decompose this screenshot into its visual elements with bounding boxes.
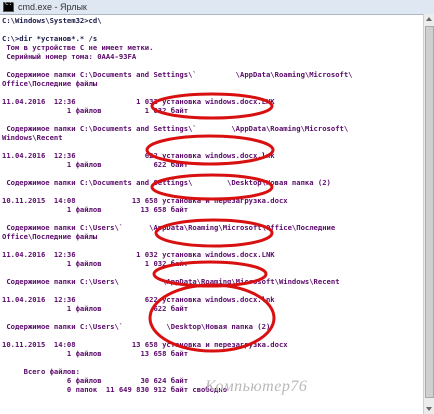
console-output[interactable]: C:\Windows\System32>cd\ C:\>dir *установ*…: [0, 16, 410, 396]
console-line: Том в устройстве C не имеет метки.: [2, 43, 154, 52]
console-line: 6 файлов 30 624 байт: [2, 376, 189, 385]
console-line: Содержимое папки C:\Users\` \Desktop\Нов…: [2, 322, 271, 331]
console-line: Серийный номер тома: 0AA4-93FA: [2, 52, 137, 61]
cmd-icon: C:\: [3, 0, 16, 12]
console-line: 0 папок 11 649 830 912 байт свободно: [2, 385, 228, 394]
console-line: Содержимое папки C:\Users\ \AppData\Roam…: [2, 277, 340, 286]
console-line: 10.11.2015 14:08 13 658 установка и пере…: [2, 340, 288, 349]
console-line: 1 файлов 622 байт: [2, 160, 189, 169]
console-line: 1 файлов 13 658 байт: [2, 205, 189, 214]
scroll-up-arrow-icon[interactable]: [426, 17, 432, 21]
console-line: Windows\Recent: [2, 133, 63, 142]
console-line: 1 файлов 1 032 байт: [2, 259, 189, 268]
console-line: Содержимое папки C:\Documents and Settin…: [2, 124, 349, 133]
console-line: Всего файлов:: [2, 367, 80, 376]
console-line: Содержимое папки C:\Documents and Settin…: [2, 178, 331, 187]
console-line: Содержимое папки C:\Users\` \AppData\Roa…: [2, 223, 336, 232]
vertical-scrollbar[interactable]: [423, 14, 434, 414]
console-line: 11.04.2016 12:36 1 032 установка windows…: [2, 97, 275, 106]
watermark: Компьютер76: [205, 378, 308, 395]
title-bar[interactable]: C:\ cmd.exe - Ярлык: [0, 0, 434, 15]
console-line: 1 файлов 622 байт: [2, 304, 189, 313]
console-line: C:\Windows\System32>cd\: [2, 16, 102, 25]
console-line: 11.04.2016 12:36 622 установка windows.d…: [2, 295, 275, 304]
console-line: 1 файлов 13 658 байт: [2, 349, 189, 358]
console-line: 1 файлов 1 032 байт: [2, 106, 189, 115]
console-line: C:\>dir *установ*.* /s: [2, 34, 98, 43]
scroll-down-arrow-icon[interactable]: [426, 407, 432, 411]
console-line: 10.11.2015 14:08 13 658 установка и пере…: [2, 196, 288, 205]
console-line: 11.04.2016 12:36 622 установка windows.d…: [2, 151, 275, 160]
console-line: Содержимое папки C:\Documents and Settin…: [2, 70, 353, 79]
window-title: cmd.exe - Ярлык: [18, 2, 87, 12]
console-line: Office\Последние файлы: [2, 232, 98, 241]
scrollbar-thumb[interactable]: [425, 26, 434, 398]
console-line: Office\Последние файлы: [2, 79, 98, 88]
console-window: C:\ cmd.exe - Ярлык C:\Windows\System32>…: [0, 0, 434, 414]
console-line: 11.04.2016 12:36 1 032 установка windows…: [2, 250, 275, 259]
